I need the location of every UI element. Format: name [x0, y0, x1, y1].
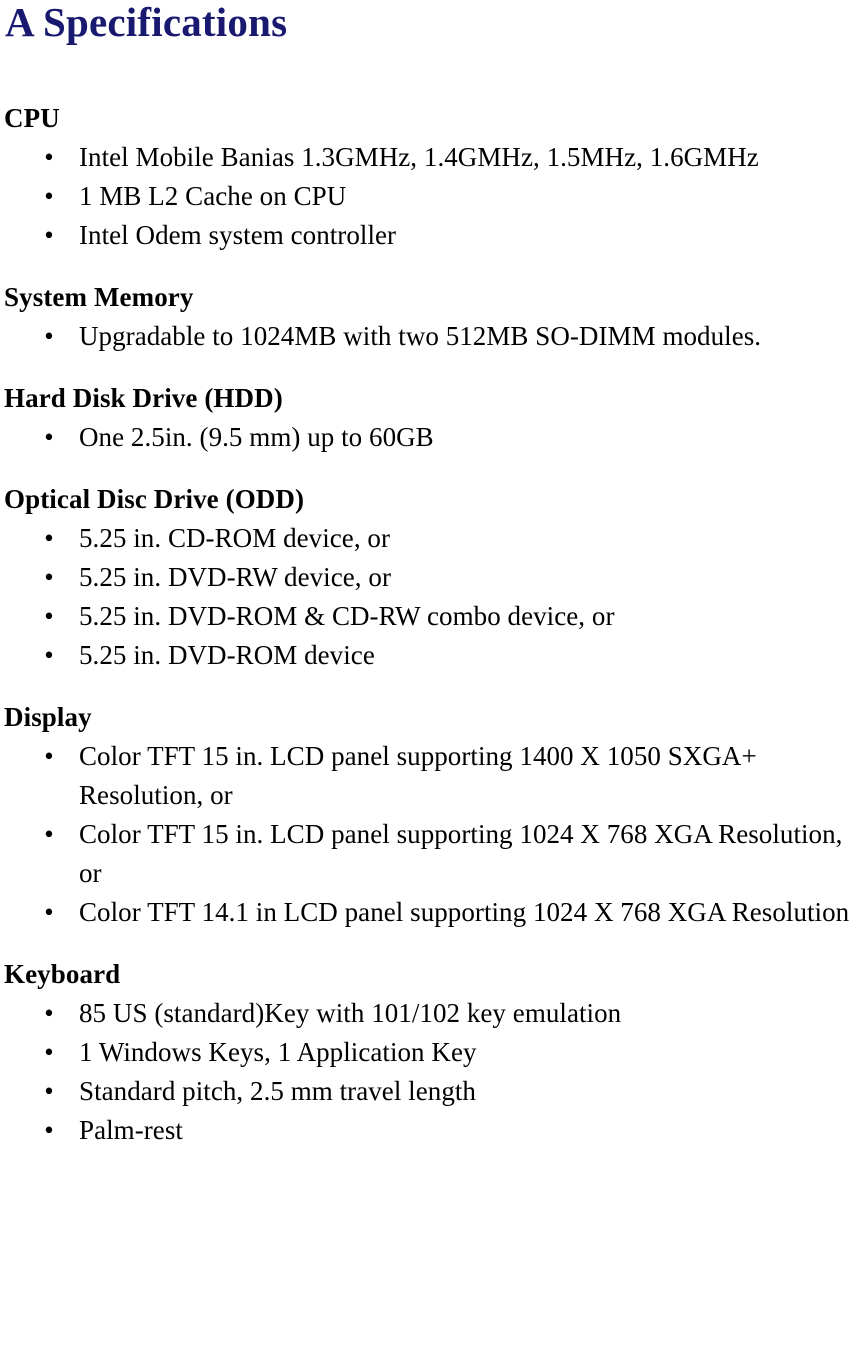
list-item: • 5.25 in. DVD-ROM device	[4, 636, 863, 675]
spec-section: Hard Disk Drive (HDD) • One 2.5in. (9.5 mm…	[4, 381, 863, 457]
spec-section: Keyboard • 85 US (standard)Key with 101/10…	[4, 957, 863, 1150]
list-item-label: Color TFT 14.1 in LCD panel supporting 1…	[79, 897, 850, 927]
list-item-label: One 2.5in. (9.5 mm) up to 60GB	[79, 422, 434, 452]
list-item: • 5.25 in. CD-ROM device, or	[4, 519, 863, 558]
disc-bullet-icon: •	[44, 562, 54, 592]
list-item: • 1 MB L2 Cache on CPU	[4, 177, 863, 216]
spec-list: • Color TFT 15 in. LCD panel supporting 1…	[4, 737, 863, 932]
list-item: • Standard pitch, 2.5 mm travel length	[4, 1072, 863, 1111]
disc-bullet-icon: •	[44, 998, 54, 1028]
disc-bullet-icon: •	[44, 321, 54, 351]
spec-section: Optical Disc Drive (ODD) • 5.25 in. CD-ROM…	[4, 482, 863, 675]
disc-bullet-icon: •	[44, 640, 54, 670]
spec-section: System Memory • Upgradable to 1024MB with …	[4, 280, 863, 356]
list-item: • Color TFT 14.1 in LCD panel supporting …	[4, 893, 863, 932]
page-title: A Specifications	[5, 0, 288, 45]
disc-bullet-icon: •	[44, 220, 54, 250]
spec-section: CPU • Intel Mobile Banias 1.3GMHz, 1.4GMHz…	[4, 101, 863, 255]
disc-bullet-icon: •	[44, 142, 54, 172]
list-item-label: Color TFT 15 in. LCD panel supporting 10…	[79, 819, 843, 888]
section-heading: Optical Disc Drive (ODD)	[4, 484, 305, 514]
section-heading: Keyboard	[4, 959, 121, 989]
spec-section: Display • Color TFT 15 in. LCD panel suppo…	[4, 700, 863, 932]
list-item: • 5.25 in. DVD-ROM & CD-RW combo device, …	[4, 597, 863, 636]
disc-bullet-icon: •	[44, 1037, 54, 1067]
section-heading: System Memory	[4, 282, 194, 312]
document-page: A Specifications CPU • Intel Mobile Banias…	[0, 0, 867, 1348]
title-spacer	[4, 44, 863, 101]
disc-bullet-icon: •	[44, 523, 54, 553]
list-item: • One 2.5in. (9.5 mm) up to 60GB	[4, 418, 863, 457]
list-item-label: Standard pitch, 2.5 mm travel length	[79, 1076, 476, 1106]
list-item: • 1 Windows Keys, 1 Application Key	[4, 1033, 863, 1072]
section-heading: Display	[4, 702, 92, 732]
section-heading: CPU	[4, 103, 60, 133]
list-item-label: Intel Mobile Banias 1.3GMHz, 1.4GMHz, 1.…	[79, 142, 759, 172]
list-item-label: Intel Odem system controller	[79, 220, 397, 250]
disc-bullet-icon: •	[44, 181, 54, 211]
list-item: • Color TFT 15 in. LCD panel supporting 1…	[4, 815, 863, 893]
list-item-label: 5.25 in. DVD-ROM & CD-RW combo device, o…	[79, 601, 615, 631]
spec-list: • One 2.5in. (9.5 mm) up to 60GB	[4, 418, 863, 457]
spec-list: • 5.25 in. CD-ROM device, or • 5.25 in. DVD…	[4, 519, 863, 675]
disc-bullet-icon: •	[44, 1076, 54, 1106]
spec-list: • Intel Mobile Banias 1.3GMHz, 1.4GMHz, 1…	[4, 138, 863, 255]
disc-bullet-icon: •	[44, 741, 54, 771]
section-heading: Hard Disk Drive (HDD)	[4, 383, 283, 413]
disc-bullet-icon: •	[44, 819, 54, 849]
list-item-label: 85 US (standard)Key with 101/102 key emu…	[79, 998, 622, 1028]
disc-bullet-icon: •	[44, 897, 54, 927]
list-item-label: 5.25 in. DVD-ROM device	[79, 640, 375, 670]
disc-bullet-icon: •	[44, 1115, 54, 1145]
list-item: • Intel Mobile Banias 1.3GMHz, 1.4GMHz, 1…	[4, 138, 863, 177]
spec-list: • 85 US (standard)Key with 101/102 key em…	[4, 994, 863, 1150]
specifications-sections: CPU • Intel Mobile Banias 1.3GMHz, 1.4GMHz…	[4, 101, 863, 1150]
list-item: • Color TFT 15 in. LCD panel supporting 1…	[4, 737, 863, 815]
list-item: • 85 US (standard)Key with 101/102 key em…	[4, 994, 863, 1033]
list-item-label: 5.25 in. DVD-RW device, or	[79, 562, 391, 592]
list-item-label: 5.25 in. CD-ROM device, or	[79, 523, 391, 553]
list-item: • Palm-rest	[4, 1111, 863, 1150]
list-item-label: 1 Windows Keys, 1 Application Key	[79, 1037, 477, 1067]
list-item-label: 1 MB L2 Cache on CPU	[79, 181, 347, 211]
list-item: • 5.25 in. DVD-RW device, or	[4, 558, 863, 597]
list-item-label: Color TFT 15 in. LCD panel supporting 14…	[79, 741, 757, 810]
list-item-label: Upgradable to 1024MB with two 512MB SO-D…	[79, 321, 762, 351]
spec-list: • Upgradable to 1024MB with two 512MB SO-…	[4, 317, 863, 356]
disc-bullet-icon: •	[44, 422, 54, 452]
list-item: • Intel Odem system controller	[4, 216, 863, 255]
list-item: • Upgradable to 1024MB with two 512MB SO-…	[4, 317, 863, 356]
disc-bullet-icon: •	[44, 601, 54, 631]
list-item-label: Palm-rest	[79, 1115, 183, 1145]
